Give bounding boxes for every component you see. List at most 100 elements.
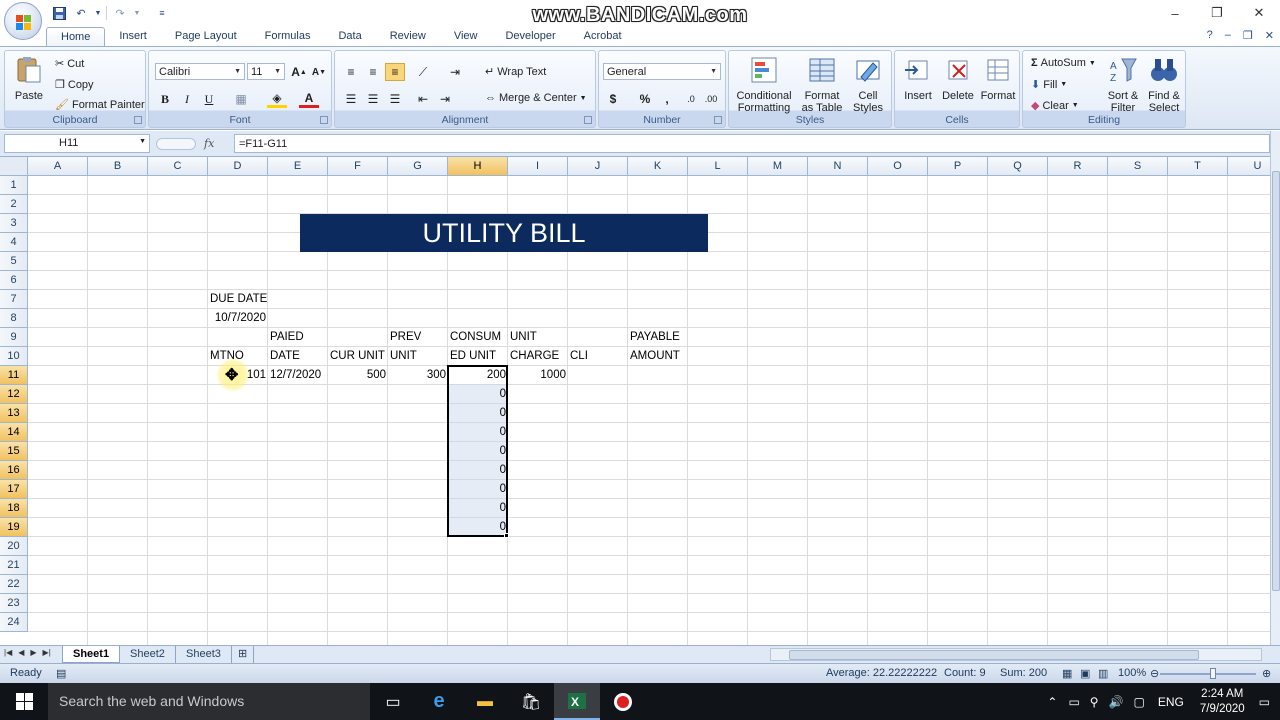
help-icon[interactable]: ? (1207, 29, 1213, 42)
percent-button[interactable]: % (635, 90, 655, 108)
decrease-decimal-icon[interactable]: .00 (701, 90, 721, 108)
action-center-icon[interactable]: ▭ (1253, 695, 1280, 709)
bold-button[interactable]: B (155, 90, 175, 108)
currency-button[interactable]: $ (603, 90, 623, 108)
normal-view-icon[interactable]: ▦ (1062, 667, 1072, 680)
store-icon[interactable]: 🛍 (508, 683, 554, 720)
cell-consumed-unit-fill[interactable]: 0 (448, 442, 508, 461)
tab-review[interactable]: Review (376, 27, 440, 47)
header-prev-unit-line1[interactable]: PREV (388, 328, 448, 347)
ribbon-close-icon[interactable]: ✕ (1265, 29, 1274, 42)
autosum-button[interactable]: Σ AutoSum ▼ (1031, 57, 1096, 69)
cell-consumed-unit-fill[interactable]: 0 (448, 499, 508, 518)
name-box[interactable]: H11 ▼ (4, 134, 150, 153)
header-cli[interactable]: CLI (568, 347, 628, 366)
row-header-2[interactable]: 2 (0, 195, 28, 214)
format-as-table-button[interactable]: Format as Table (799, 55, 845, 114)
row-header-14[interactable]: 14 (0, 423, 28, 442)
delete-cells-button[interactable]: Delete (939, 55, 977, 102)
zoom-slider-handle[interactable] (1210, 668, 1216, 679)
vertical-scrollbar[interactable] (1270, 131, 1280, 645)
row-header-19[interactable]: 19 (0, 518, 28, 537)
row-header-3[interactable]: 3 (0, 214, 28, 233)
merge-center-button[interactable]: ⇔ Merge & Center ▼ (485, 92, 587, 104)
zoom-level[interactable]: 100% (1118, 667, 1146, 679)
header-unit-charge-line2[interactable]: CHARGE (508, 347, 568, 366)
due-date-value[interactable]: 10/7/2020 (208, 309, 268, 328)
header-payable-amount-line2[interactable]: AMOUNT (628, 347, 688, 366)
column-header-q[interactable]: Q (988, 157, 1048, 176)
row-header-24[interactable]: 24 (0, 613, 28, 632)
increase-indent-icon[interactable]: ⇥ (435, 90, 455, 108)
grow-font-icon[interactable]: A ▲ (289, 63, 309, 81)
horizontal-scrollbar[interactable] (770, 648, 1262, 661)
align-left-icon[interactable]: ☰ (341, 90, 361, 108)
indent-icon[interactable]: ⇥ (445, 63, 465, 81)
align-right-icon[interactable]: ☰ (385, 90, 405, 108)
fill-button[interactable]: ⬇ Fill ▼ (1031, 78, 1067, 92)
vertical-scroll-thumb[interactable] (1272, 171, 1280, 591)
font-name-select[interactable]: Calibri ▼ (155, 63, 245, 80)
select-all-corner[interactable] (0, 157, 28, 176)
row-header-16[interactable]: 16 (0, 461, 28, 480)
align-top-icon[interactable]: ≡ (341, 63, 361, 81)
shrink-font-icon[interactable]: A ▼ (309, 63, 329, 81)
notification-text-icon[interactable]: ▢ (1129, 695, 1150, 709)
tray-chevron-icon[interactable]: ⌃ (1041, 695, 1063, 709)
minimize-button[interactable]: – (1154, 0, 1196, 26)
zoom-in-icon[interactable]: ⊕ (1262, 667, 1271, 680)
header-paied-date-line2[interactable]: DATE (268, 347, 328, 366)
column-header-u[interactable]: U (1228, 157, 1270, 176)
column-header-i[interactable]: I (508, 157, 568, 176)
cell-consumed-unit-fill[interactable]: 0 (448, 385, 508, 404)
battery-icon[interactable]: ▭ (1063, 695, 1084, 709)
format-cells-button[interactable]: Format (979, 55, 1017, 102)
format-painter-button[interactable]: 🖌 Format Painter (55, 98, 145, 112)
copy-button[interactable]: ❐ Copy (55, 78, 94, 92)
row-header-12[interactable]: 12 (0, 385, 28, 404)
decrease-indent-icon[interactable]: ⇤ (413, 90, 433, 108)
tab-page-layout[interactable]: Page Layout (161, 27, 251, 47)
dialog-launcher-icon[interactable] (320, 116, 328, 124)
volume-icon[interactable]: 🔊 (1104, 695, 1129, 709)
paste-button[interactable]: Paste (9, 55, 49, 102)
header-consumed-unit-line2[interactable]: ED UNIT (448, 347, 508, 366)
row-header-8[interactable]: 8 (0, 309, 28, 328)
bandicam-record-icon[interactable] (600, 683, 646, 720)
prev-sheet-icon[interactable]: ◀ (18, 648, 24, 657)
align-middle-icon[interactable]: ≡ (363, 63, 383, 81)
cell-consumed-unit-fill[interactable]: 0 (448, 423, 508, 442)
sort-filter-button[interactable]: AZ Sort & Filter (1103, 55, 1143, 114)
cell-consumed-unit-fill[interactable]: 0 (448, 461, 508, 480)
excel-taskbar-icon[interactable]: X (554, 683, 600, 720)
dialog-launcher-icon[interactable] (584, 116, 592, 124)
insert-sheet-icon[interactable]: ⊞ (232, 646, 255, 663)
row-header-5[interactable]: 5 (0, 252, 28, 271)
last-sheet-icon[interactable]: ▶| (43, 648, 51, 657)
column-header-j[interactable]: J (568, 157, 628, 176)
column-header-f[interactable]: F (328, 157, 388, 176)
header-unit-charge-line1[interactable]: UNIT (508, 328, 568, 347)
cell-consumed-unit-fill[interactable]: 0 (448, 404, 508, 423)
row-header-15[interactable]: 15 (0, 442, 28, 461)
tab-acrobat[interactable]: Acrobat (570, 27, 636, 47)
start-button[interactable] (0, 683, 48, 720)
cell-consumed-unit-fill[interactable]: 0 (448, 480, 508, 499)
clock[interactable]: 2:24 AM 7/9/2020 (1192, 687, 1253, 717)
header-payable-amount-line1[interactable]: PAYABLE (628, 328, 688, 347)
ribbon-restore-icon[interactable]: ❐ (1243, 29, 1253, 42)
column-header-p[interactable]: P (928, 157, 988, 176)
file-explorer-icon[interactable]: ▬ (462, 683, 508, 720)
dialog-launcher-icon[interactable] (714, 116, 722, 124)
find-select-button[interactable]: Find & Select (1143, 55, 1185, 114)
page-layout-view-icon[interactable]: ▣ (1080, 667, 1090, 680)
row-header-6[interactable]: 6 (0, 271, 28, 290)
clear-button[interactable]: ◆ Clear ▼ (1031, 99, 1079, 113)
edge-icon[interactable]: e (416, 683, 462, 720)
ribbon-minimize-icon[interactable]: – (1225, 29, 1231, 42)
number-format-select[interactable]: General ▼ (603, 63, 721, 80)
cut-button[interactable]: ✂ Cut (55, 57, 84, 71)
tab-data[interactable]: Data (324, 27, 375, 47)
cell-prev-unit[interactable]: 300 (388, 366, 448, 385)
row-header-13[interactable]: 13 (0, 404, 28, 423)
